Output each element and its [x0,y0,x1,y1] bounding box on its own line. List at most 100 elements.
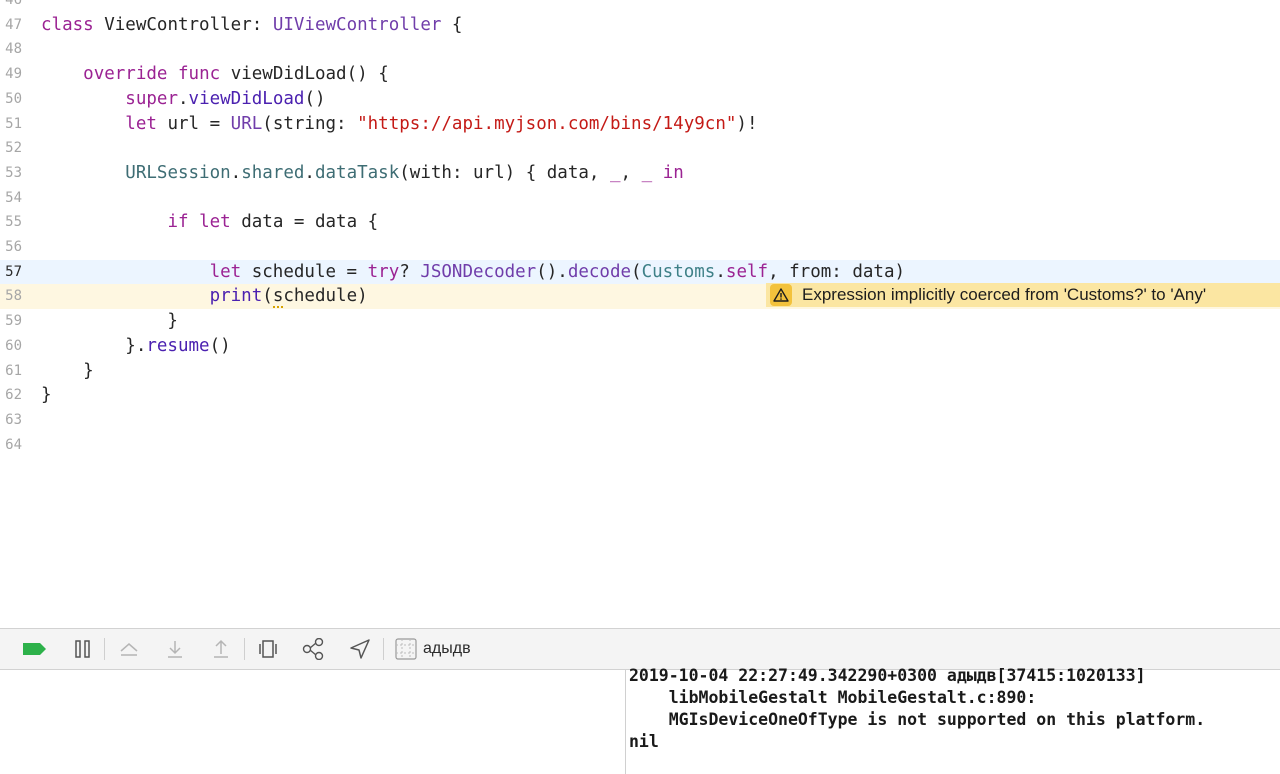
code-token: } [41,360,94,381]
code-text[interactable]: } [41,309,178,334]
code-token: }. [41,335,147,356]
code-text[interactable]: class ViewController: UIViewController { [41,13,462,38]
code-token: (with: url) { data, [399,162,610,183]
code-text[interactable]: URLSession.shared.dataTask(with: url) { … [41,161,684,186]
code-token: ViewController: [93,14,273,35]
location-icon[interactable] [347,637,373,661]
code-text[interactable]: } [41,359,94,384]
line-number[interactable]: 58 [0,284,22,309]
code-token: override [83,64,168,85]
warning-message: Expression implicitly coerced from 'Cust… [802,285,1207,304]
code-token: url = [156,113,231,134]
breakpoints-toggle-icon[interactable] [22,637,48,661]
code-line[interactable]: 51 let url = URL(string: "https://api.my… [0,112,1280,137]
step-out-icon[interactable] [208,637,234,661]
code-line[interactable]: 55 if let data = data { [0,210,1280,235]
code-line[interactable]: 56 [0,235,1280,260]
code-token: ( [631,261,642,282]
line-number[interactable]: 48 [0,37,22,62]
line-number[interactable]: 60 [0,334,22,359]
code-editor[interactable]: 46 47 class ViewController: UIViewControll… [0,0,1280,628]
code-line[interactable]: 48 [0,37,1280,62]
code-token: shared [241,162,305,183]
line-number[interactable]: 53 [0,161,22,186]
memory-graph-icon[interactable] [301,637,327,661]
code-line[interactable]: 47 class ViewController: UIViewController… [0,13,1280,38]
code-token: let [199,212,231,233]
code-token: () [304,88,326,109]
code-token: ( [262,286,273,307]
code-text[interactable]: let schedule = try? JSONDecoder().decode… [41,260,905,285]
code-token: s [272,286,284,309]
code-token: let [125,113,157,134]
line-number[interactable]: 62 [0,383,22,408]
code-line[interactable]: 49 override func viewDidLoad() { [0,62,1280,87]
code-token: self [725,261,769,282]
step-over-icon[interactable] [116,637,142,661]
line-number[interactable]: 47 [0,13,22,38]
line-number[interactable]: 55 [0,210,22,235]
target-icon[interactable] [393,637,419,661]
code-token: in [662,162,684,183]
code-line[interactable]: 59 } [0,309,1280,334]
line-number[interactable]: 64 [0,433,22,458]
code-text[interactable]: print(schedule) [41,284,368,309]
code-token: _ [641,162,653,183]
code-token: print [209,286,263,307]
line-number[interactable]: 52 [0,136,22,161]
code-token: } [41,385,52,406]
line-number[interactable]: 56 [0,235,22,260]
code-line[interactable]: 57 let schedule = try? JSONDecoder().dec… [0,259,1280,285]
code-line[interactable]: 54 [0,186,1280,211]
line-number[interactable]: 57 [0,260,22,285]
code-line[interactable]: 50 super.viewDidLoad() [0,87,1280,112]
code-line[interactable]: 61 } [0,359,1280,384]
line-number[interactable]: 59 [0,309,22,334]
code-line[interactable]: 62} [0,383,1280,408]
line-number[interactable]: 63 [0,408,22,433]
code-line[interactable]: 64 [0,433,1280,458]
process-name[interactable]: адыдв [423,640,471,658]
step-into-icon[interactable] [162,637,188,661]
code-token: viewDidLoad [188,88,305,109]
code-token: { [441,14,463,35]
view-hierarchy-icon[interactable] [255,637,281,661]
code-token: if [167,212,189,233]
line-number[interactable]: 61 [0,359,22,384]
code-line[interactable]: 46 [0,0,1280,13]
code-token: try [367,261,400,282]
code-line[interactable]: 60 }.resume() [0,334,1280,359]
code-line[interactable]: 53 URLSession.shared.dataTask(with: url)… [0,161,1280,186]
code-token: () [209,335,231,356]
line-number[interactable]: 54 [0,186,22,211]
console-line: MGIsDeviceOneOfType is not supported on … [629,710,1206,729]
console-output[interactable]: 2019-10-04 22:27:49.342290+0300 адыдв[37… [629,665,1279,753]
code-token: ? [399,261,421,282]
code-text[interactable]: }.resume() [41,334,231,359]
line-number[interactable]: 46 [0,0,22,13]
code-token: . [304,162,315,183]
code-text[interactable]: if let data = data { [41,210,378,235]
code-text[interactable]: super.viewDidLoad() [41,87,326,112]
code-token: func [178,64,221,85]
code-text[interactable]: } [41,383,52,408]
code-token: resume [146,335,210,356]
code-token: JSONDecoder [420,261,537,282]
code-token: _ [609,162,621,183]
line-number[interactable]: 49 [0,62,22,87]
code-text[interactable]: override func viewDidLoad() { [41,62,389,87]
code-line[interactable]: 52 [0,136,1280,161]
code-line[interactable]: 63 [0,408,1280,433]
variables-view[interactable] [0,670,626,774]
pause-icon[interactable] [70,637,96,661]
code-text[interactable]: let url = URL(string: "https://api.myjso… [41,112,757,137]
warning-banner[interactable]: Expression implicitly coerced from 'Cust… [766,283,1280,307]
line-number[interactable]: 51 [0,112,22,137]
line-number[interactable]: 50 [0,87,22,112]
code-token: chedule) [283,286,368,307]
code-token: UIViewController [272,14,442,35]
